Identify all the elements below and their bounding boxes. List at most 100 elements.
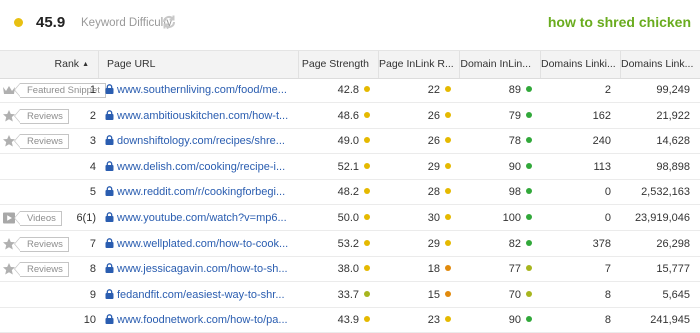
status-dot [445, 316, 451, 323]
table-row[interactable]: Reviews 8 www.jessicagavin.com/how-to-sh..… [0, 257, 700, 283]
domain-inlink-rank-cell: 82 [459, 232, 532, 257]
column-domains-linking-page[interactable]: Domains Linki... [540, 51, 620, 78]
status-dot [526, 188, 532, 195]
table-row[interactable]: 5 www.reddit.com/r/cookingforbegi... 48.2 2… [0, 180, 700, 206]
column-page-strength[interactable]: Page Strength [298, 51, 378, 78]
page-inlink-rank-cell: 29 [378, 155, 451, 180]
column-rank[interactable]: Rank ▲ [0, 51, 98, 78]
domain-inlink-rank-cell: 98 [459, 180, 532, 205]
column-domain-inlink-rank[interactable]: Domain InLin... [459, 51, 540, 78]
rank-cell: 1 [89, 84, 96, 96]
refresh-icon[interactable] [160, 13, 178, 31]
domains-linking-domain-cell: 23,919,046 [634, 212, 690, 224]
status-dot [526, 111, 532, 118]
page-strength-cell: 33.7 [298, 283, 370, 308]
domains-linking-page-cell: 0 [604, 212, 611, 224]
page-url-link[interactable]: www.reddit.com/r/cookingforbegi... [105, 180, 297, 205]
domains-linking-domain-cell: 21,922 [656, 109, 690, 122]
domain-inlink-rank-cell: 89 [459, 78, 532, 103]
status-dot [445, 239, 451, 246]
page-url-link[interactable]: www.youtube.com/watch?v=mp6... [105, 206, 297, 231]
keyword-summary-bar: 45.9 Keyword Difficulty how to shred chi… [0, 0, 700, 50]
table-row[interactable]: 10 www.foodnetwork.com/how-to/pa... 43.9 23… [0, 308, 700, 333]
domain-inlink-rank-cell: 90 [459, 308, 532, 333]
secure-lock-icon [105, 263, 114, 274]
table-row[interactable]: Featured Snippet 1 www.southernliving.com/… [0, 78, 700, 103]
page-inlink-rank-cell: 30 [378, 206, 451, 231]
status-dot [364, 162, 370, 169]
page-url-link[interactable]: www.wellplated.com/how-to-cook... [105, 232, 297, 257]
page-inlink-rank-cell: 15 [378, 283, 451, 308]
table-row[interactable]: 4 www.delish.com/cooking/recipe-i... 52.1 2… [0, 155, 700, 180]
secure-lock-icon [105, 135, 114, 146]
page-strength-cell: 53.2 [298, 232, 370, 257]
status-dot [364, 239, 370, 246]
page-url-link[interactable]: fedandfit.com/easiest-way-to-shr... [105, 283, 297, 308]
page-url-link[interactable]: www.southernliving.com/food/me... [105, 78, 297, 103]
page-url-text: www.delish.com/cooking/recipe-i... [117, 160, 286, 173]
keyword-difficulty-label: Keyword Difficulty [81, 17, 173, 29]
column-domains-linking-domain[interactable]: Domains Link... [620, 51, 700, 78]
domains-linking-domain-cell: 26,298 [656, 237, 690, 250]
page-strength-cell: 48.2 [298, 180, 370, 205]
page-strength-cell: 43.9 [298, 308, 370, 333]
page-url-text: www.jessicagavin.com/how-to-sh... [117, 263, 288, 276]
page-url-text: www.youtube.com/watch?v=mp6... [117, 212, 287, 224]
table-header: Rank ▲ Page URL Page Strength Page InLink… [0, 50, 700, 79]
page-url-link[interactable]: www.ambitiouskitchen.com/how-t... [105, 104, 297, 129]
page-inlink-rank-cell: 26 [378, 104, 451, 129]
page-strength-cell: 52.1 [298, 155, 370, 180]
table-row[interactable]: Reviews 3 downshiftology.com/recipes/shre.… [0, 129, 700, 155]
rank-cell: 3 [89, 135, 96, 148]
status-dot [445, 290, 451, 297]
status-dot [526, 86, 532, 92]
page-url-link[interactable]: www.jessicagavin.com/how-to-sh... [105, 257, 297, 282]
page-url-link[interactable]: downshiftology.com/recipes/shre... [105, 129, 297, 154]
domain-inlink-rank-cell: 79 [459, 104, 532, 129]
domains-linking-page-cell: 2 [604, 84, 611, 96]
page-url-link[interactable]: www.delish.com/cooking/recipe-i... [105, 155, 297, 180]
domain-inlink-rank-cell: 90 [459, 155, 532, 180]
table-row[interactable]: Reviews 2 www.ambitiouskitchen.com/how-t..… [0, 104, 700, 129]
status-dot [526, 137, 532, 144]
column-page-inlink-rank[interactable]: Page InLink R... [378, 51, 459, 78]
rank-cell: 8 [89, 263, 96, 276]
status-dot [526, 214, 532, 220]
status-dot [445, 214, 451, 220]
status-dot [526, 290, 532, 297]
rank-cell: 9 [89, 288, 96, 301]
status-dot [445, 111, 451, 118]
page-inlink-rank-cell: 22 [378, 78, 451, 103]
secure-lock-icon [105, 212, 114, 222]
page-url-text: downshiftology.com/recipes/shre... [117, 135, 285, 148]
status-dot [526, 316, 532, 323]
domains-linking-domain-cell: 15,777 [656, 263, 690, 276]
table-row[interactable]: 9 fedandfit.com/easiest-way-to-shr... 33.7… [0, 283, 700, 308]
status-dot [364, 111, 370, 118]
page-inlink-rank-cell: 29 [378, 232, 451, 257]
secure-lock-icon [105, 314, 114, 325]
page-url-text: www.southernliving.com/food/me... [117, 84, 287, 96]
page-url-text: www.ambitiouskitchen.com/how-t... [117, 109, 289, 122]
domain-inlink-rank-cell: 70 [459, 283, 532, 308]
rank-cell: 7 [89, 237, 96, 250]
table-row[interactable]: Videos 6(1) www.youtube.com/watch?v=mp6...… [0, 206, 700, 231]
secure-lock-icon [105, 84, 114, 94]
status-dot [364, 137, 370, 144]
keyword-title: how to shred chicken [547, 14, 691, 30]
page-strength-cell: 50.0 [298, 206, 370, 231]
page-url-link[interactable]: www.foodnetwork.com/how-to/pa... [105, 308, 297, 333]
status-dot [364, 316, 370, 323]
domains-linking-domain-cell: 99,249 [656, 84, 690, 96]
page-strength-cell: 49.0 [298, 129, 370, 154]
table-row[interactable]: Reviews 7 www.wellplated.com/how-to-cook..… [0, 232, 700, 257]
column-page-url[interactable]: Page URL [98, 51, 298, 78]
secure-lock-icon [105, 237, 114, 248]
status-dot [445, 265, 451, 272]
page-inlink-rank-cell: 26 [378, 129, 451, 154]
rank-cell: 6(1) [76, 212, 96, 224]
difficulty-status-dot [14, 18, 23, 27]
page-inlink-rank-cell: 18 [378, 257, 451, 282]
status-dot [526, 265, 532, 272]
secure-lock-icon [105, 160, 114, 171]
